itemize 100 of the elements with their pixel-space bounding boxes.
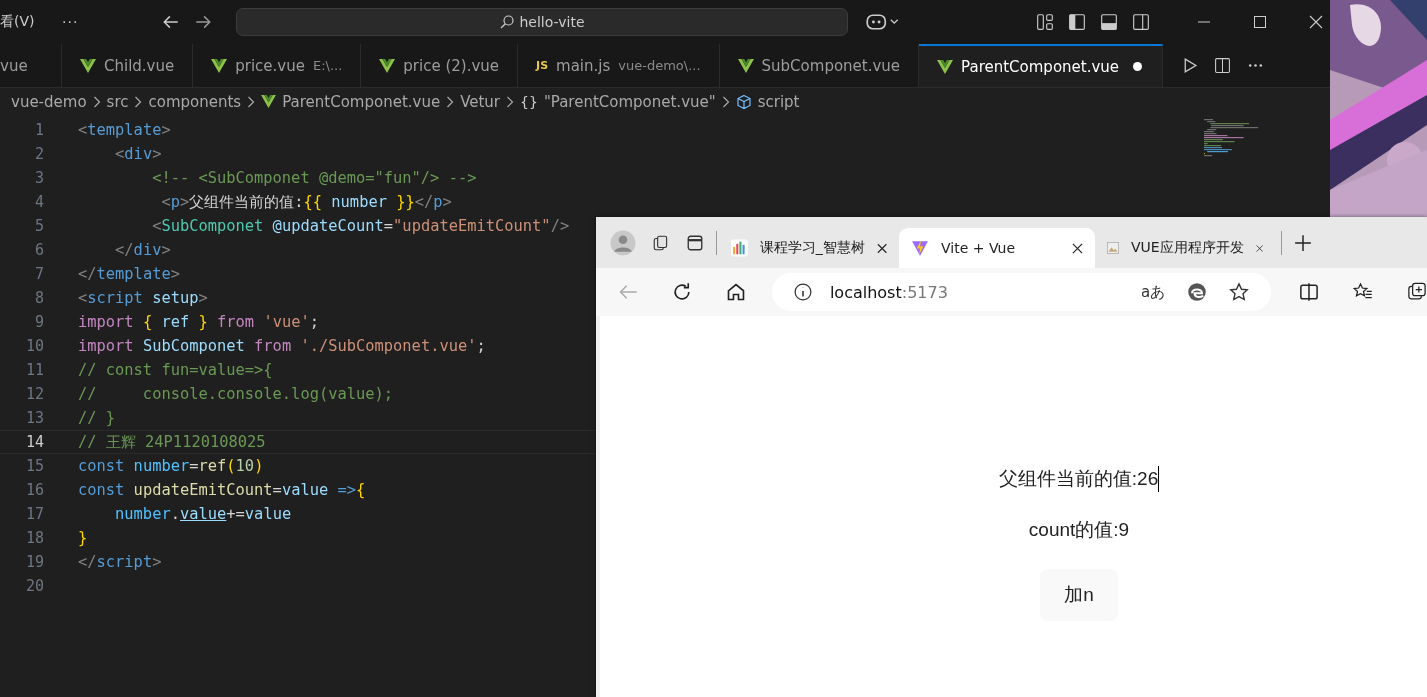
add-button[interactable]: 加n bbox=[1040, 569, 1118, 621]
bar-chart-icon bbox=[731, 239, 748, 257]
line-number: 20 bbox=[24, 577, 44, 595]
image-icon bbox=[1107, 239, 1119, 257]
new-tab-icon[interactable] bbox=[1294, 233, 1312, 252]
line-number: 10 bbox=[24, 337, 44, 355]
line-number: 6 bbox=[33, 241, 44, 259]
address-field[interactable]: localhost:5173 aあ bbox=[771, 273, 1272, 311]
code-line: </div> bbox=[114, 241, 171, 259]
editor-tab[interactable]: price (2).vue bbox=[361, 44, 519, 87]
js-file-icon: JS bbox=[536, 59, 549, 72]
code-line: <p>父组件当前的值:{{ number }}</p> bbox=[160, 191, 452, 213]
breadcrumb-item[interactable]: components bbox=[148, 92, 242, 111]
profile-icon[interactable] bbox=[610, 229, 636, 256]
line-number: 19 bbox=[24, 553, 44, 571]
swirl-icon[interactable] bbox=[1187, 282, 1208, 302]
code-line: <!-- <SubComponet @demo="fun"/> --> bbox=[151, 169, 477, 187]
browser-tab[interactable]: VUE应用程序开发 bbox=[1095, 228, 1275, 268]
code-line: const updateEmitCount=value =>{ bbox=[78, 481, 366, 499]
maximize-icon[interactable] bbox=[1252, 14, 1268, 30]
search-field[interactable]: hello-vite bbox=[236, 8, 848, 36]
line-number: 4 bbox=[33, 193, 44, 211]
vue-file-icon bbox=[379, 58, 396, 73]
browser-tab[interactable]: 课程学习_智慧树 bbox=[719, 228, 899, 268]
line-number: 14 bbox=[24, 433, 44, 451]
home-icon[interactable] bbox=[725, 282, 746, 302]
vue-file-icon bbox=[211, 58, 228, 73]
url-text: localhost:5173 bbox=[829, 282, 949, 302]
breadcrumb-item[interactable]: "ParentComponet.vue" bbox=[543, 92, 716, 111]
editor-tab[interactable]: price.vue E:\... bbox=[193, 44, 362, 87]
code-line: // 王辉 24P1120108025 bbox=[78, 431, 266, 453]
line-number: 11 bbox=[24, 361, 44, 379]
vue-file-icon bbox=[80, 58, 96, 73]
code-line: </template> bbox=[78, 265, 180, 283]
chevron-icon bbox=[92, 95, 101, 108]
panel-toggle-icon[interactable] bbox=[1100, 13, 1118, 31]
line-number: 16 bbox=[24, 481, 44, 499]
line-number: 3 bbox=[33, 169, 44, 187]
breadcrumb-item[interactable]: ParentComponet.vue bbox=[282, 92, 441, 111]
refresh-icon[interactable] bbox=[671, 282, 692, 302]
split-editor-icon[interactable] bbox=[1214, 57, 1232, 74]
code-line: import SubComponet from './SubComponet.vue'; bbox=[78, 337, 486, 355]
lightning-icon bbox=[911, 239, 929, 257]
copilot-icon[interactable] bbox=[866, 13, 900, 31]
line-number: 7 bbox=[33, 265, 44, 283]
collections-icon[interactable] bbox=[1407, 282, 1427, 302]
code-line: } bbox=[78, 529, 88, 547]
editor-tab[interactable]: Child.vue bbox=[62, 44, 194, 87]
search-icon bbox=[499, 14, 516, 30]
line-number: 17 bbox=[24, 505, 44, 523]
workspaces-icon[interactable] bbox=[652, 233, 670, 252]
back-arrow-icon[interactable] bbox=[162, 13, 180, 31]
page-text: count的值:9 bbox=[1028, 518, 1130, 542]
breadcrumb-item[interactable]: Vetur bbox=[460, 92, 501, 111]
layout-icon[interactable] bbox=[1036, 13, 1054, 31]
line-number: 12 bbox=[24, 385, 44, 403]
line-number: 9 bbox=[33, 313, 44, 331]
chevron-icon bbox=[506, 95, 515, 108]
braces-icon: {} bbox=[520, 93, 538, 110]
forward-arrow-icon[interactable] bbox=[194, 13, 212, 31]
line-number: 2 bbox=[33, 145, 44, 163]
editor-tab[interactable]: ParentComponet.vue bbox=[919, 44, 1164, 87]
line-number: 1 bbox=[33, 121, 44, 139]
secondary-sidebar-icon[interactable] bbox=[1132, 13, 1150, 31]
browser-tab[interactable]: Vite + Vue bbox=[899, 228, 1095, 268]
line-number: 18 bbox=[24, 529, 44, 547]
view-menu[interactable]: 看(V) bbox=[0, 13, 56, 31]
chevron-icon bbox=[134, 95, 143, 108]
line-number: 8 bbox=[33, 289, 44, 307]
code-line: number.value+=value bbox=[114, 505, 292, 523]
more-menu[interactable]: ··· bbox=[56, 14, 162, 30]
code-line: <script setup> bbox=[78, 289, 208, 307]
vue-file-icon bbox=[737, 58, 754, 73]
editor-tab[interactable]: JS main.js vue-demo\... bbox=[518, 44, 720, 87]
code-line: </script> bbox=[78, 553, 162, 571]
breadcrumb-item[interactable]: script bbox=[757, 92, 800, 111]
code-line: // const fun=value=>{ bbox=[78, 361, 273, 379]
split-screen-icon[interactable] bbox=[1299, 282, 1320, 302]
vue-file-icon bbox=[261, 95, 277, 108]
editor-tab[interactable]: vue bbox=[0, 44, 62, 87]
star-icon[interactable] bbox=[1229, 282, 1250, 302]
breadcrumb-item[interactable]: src bbox=[106, 92, 129, 111]
close-icon[interactable] bbox=[876, 242, 887, 254]
chevron-icon bbox=[247, 95, 256, 108]
read-aloud-icon[interactable]: aあ bbox=[1140, 282, 1166, 302]
code-line: <div> bbox=[114, 145, 162, 163]
code-line: <template> bbox=[78, 121, 171, 139]
cube-icon bbox=[735, 93, 752, 110]
tab-actions-icon[interactable] bbox=[686, 233, 704, 252]
line-number: 5 bbox=[33, 217, 44, 235]
code-line: import { ref } from 'vue'; bbox=[78, 313, 319, 331]
close-icon[interactable] bbox=[1072, 242, 1083, 254]
chevron-icon bbox=[721, 95, 730, 108]
code-line: // } bbox=[78, 409, 116, 427]
line-number: 15 bbox=[24, 457, 44, 475]
page-text: 父组件当前的值:26 bbox=[998, 466, 1160, 492]
sidebar-toggle-icon[interactable] bbox=[1068, 13, 1086, 31]
code-line: <SubComponet @updateCount="updateEmitCount"/> bbox=[151, 217, 570, 235]
line-number: 13 bbox=[24, 409, 44, 427]
breadcrumb-item[interactable]: vue-demo bbox=[11, 92, 87, 111]
